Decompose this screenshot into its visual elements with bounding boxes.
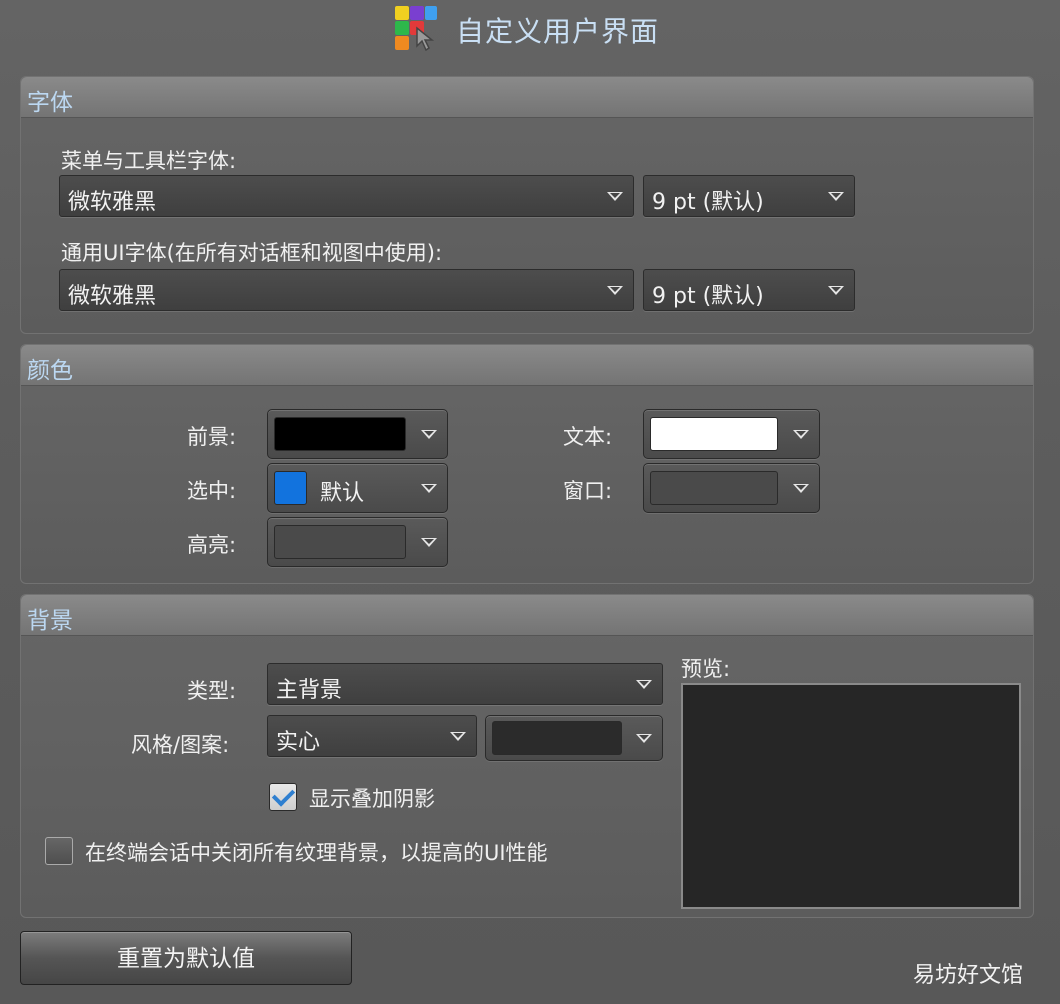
style-color-dropdown[interactable]	[485, 715, 663, 761]
general-size-dropdown[interactable]: 9 pt (默认)	[643, 269, 855, 311]
chevron-down-icon	[607, 192, 623, 201]
selected-color-dropdown[interactable]: 默认	[267, 463, 448, 513]
show-shadow-checkbox[interactable]	[269, 783, 297, 811]
chevron-down-icon	[636, 680, 652, 689]
color-group-header	[21, 345, 1033, 386]
show-shadow-label: 显示叠加阴影	[309, 787, 435, 811]
font-group-header	[21, 77, 1033, 118]
background-group: 背景 类型: 主背景 风格/图案: 实心 显示叠加阴影 在终端会话中关闭所有纹理…	[20, 594, 1034, 918]
window-title: 自定义用户界面	[456, 15, 660, 48]
highlight-color-dropdown[interactable]	[267, 517, 448, 567]
text-color-label: 文本:	[563, 425, 613, 449]
color-group-title: 颜色	[27, 358, 73, 384]
style-dropdown[interactable]: 实心	[267, 715, 477, 757]
foreground-label: 前景:	[187, 425, 237, 449]
chevron-down-icon	[828, 286, 844, 295]
menu-font-value: 微软雅黑	[68, 190, 157, 215]
general-ui-font-label: 通用UI字体(在所有对话框和视图中使用):	[61, 241, 443, 265]
font-group-title: 字体	[27, 90, 73, 116]
text-color-swatch	[650, 417, 778, 451]
chevron-down-icon	[450, 732, 466, 741]
menu-size-value: 9 pt (默认)	[652, 190, 764, 215]
background-group-header	[21, 595, 1033, 636]
type-label: 类型:	[187, 679, 237, 703]
chevron-down-icon	[636, 734, 652, 743]
chevron-down-icon	[828, 192, 844, 201]
text-color-dropdown[interactable]	[643, 409, 820, 459]
style-value: 实心	[276, 730, 321, 755]
chevron-down-icon	[421, 484, 437, 493]
window-color-swatch	[650, 471, 778, 505]
watermark-text: 易坊好文馆	[913, 963, 1024, 988]
highlight-label: 高亮:	[187, 533, 237, 557]
type-value: 主背景	[276, 678, 343, 703]
customize-ui-logo-icon	[393, 4, 441, 52]
menu-toolbar-font-label: 菜单与工具栏字体:	[61, 149, 237, 173]
menu-font-dropdown[interactable]: 微软雅黑	[59, 175, 634, 217]
window-color-label: 窗口:	[563, 479, 613, 503]
chevron-down-icon	[793, 484, 809, 493]
style-color-swatch	[492, 721, 622, 755]
foreground-color-swatch	[274, 417, 406, 451]
general-font-value: 微软雅黑	[68, 284, 157, 309]
background-group-title: 背景	[27, 608, 73, 634]
chevron-down-icon	[421, 430, 437, 439]
preview-label: 预览:	[681, 657, 731, 681]
chevron-down-icon	[421, 538, 437, 547]
general-font-dropdown[interactable]: 微软雅黑	[59, 269, 634, 311]
checkmark-icon	[271, 783, 296, 807]
color-group: 颜色 前景: 选中: 默认 高亮: 文本: 窗口:	[20, 344, 1034, 584]
chevron-down-icon	[793, 430, 809, 439]
selected-color-value: 默认	[320, 481, 365, 506]
disable-texture-label: 在终端会话中关闭所有纹理背景，以提高的UI性能	[85, 841, 548, 865]
chevron-down-icon	[607, 286, 623, 295]
menu-size-dropdown[interactable]: 9 pt (默认)	[643, 175, 855, 217]
window-color-dropdown[interactable]	[643, 463, 820, 513]
reset-defaults-button[interactable]: 重置为默认值	[20, 931, 352, 985]
highlight-color-swatch	[274, 525, 406, 559]
style-pattern-label: 风格/图案:	[131, 733, 230, 757]
background-preview	[681, 683, 1021, 909]
selected-label: 选中:	[187, 479, 237, 503]
general-size-value: 9 pt (默认)	[652, 284, 764, 309]
selected-color-swatch	[274, 471, 307, 505]
font-group: 字体 菜单与工具栏字体: 微软雅黑 9 pt (默认) 通用UI字体(在所有对话…	[20, 76, 1034, 334]
disable-texture-checkbox[interactable]	[45, 837, 73, 865]
type-dropdown[interactable]: 主背景	[267, 663, 663, 705]
title-bar: 自定义用户界面	[0, 0, 1060, 60]
foreground-color-dropdown[interactable]	[267, 409, 448, 459]
